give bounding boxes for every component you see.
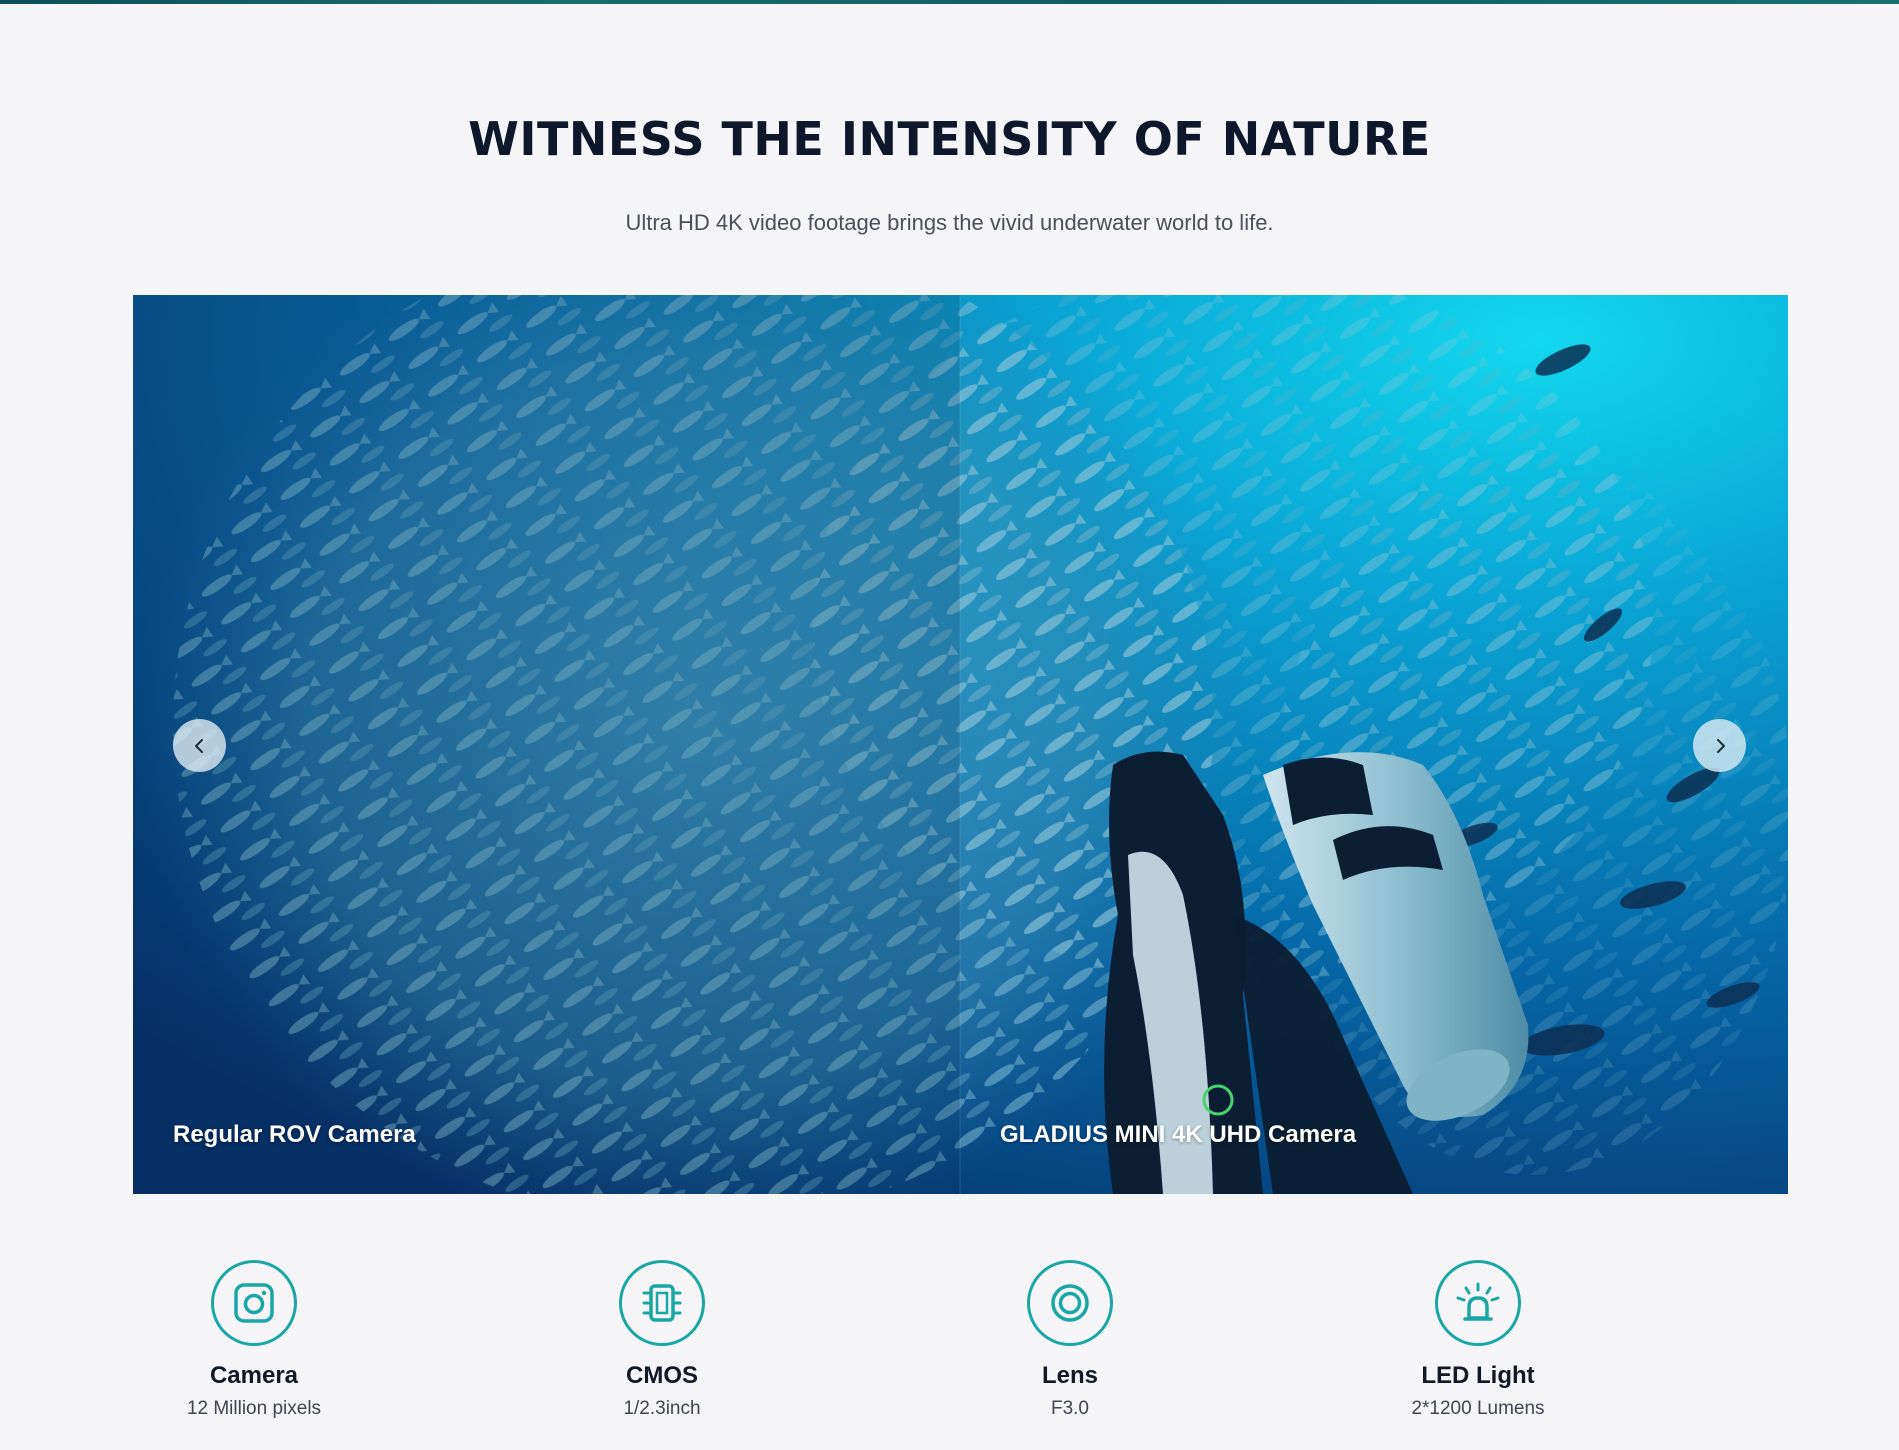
camera-icon [211,1260,297,1346]
chevron-left-icon [194,738,203,753]
chip-icon [619,1260,705,1346]
feature-cmos: CMOS 1/2.3inch [512,1260,812,1420]
feature-lens: Lens F3.0 [920,1260,1220,1420]
regular-camera-caption: Regular ROV Camera [173,1121,416,1148]
feature-camera: Camera 12 Million pixels [104,1260,404,1420]
feature-value: F3.0 [1050,1398,1090,1419]
feature-title: Lens [1041,1362,1098,1389]
feature-led-light: LED Light 2*1200 Lumens [1328,1260,1628,1420]
chevron-right-icon [1716,738,1725,753]
feature-specs-row: Camera 12 Million pixels CMOS 1/2.3inch … [0,1260,1899,1450]
feature-title: LED Light [1421,1362,1535,1389]
section-title: WITNESS THE INTENSITY OF NATURE [468,112,1431,166]
previous-slide-button[interactable] [173,719,226,772]
lens-icon [1027,1260,1113,1346]
top-hero-edge [0,0,1899,4]
camera-comparison-viewer[interactable]: Regular ROV Camera GLADIUS MINI 4K UHD C… [133,295,1788,1194]
4k-camera-caption: GLADIUS MINI 4K UHD Camera [1000,1121,1357,1148]
light-icon [1435,1260,1521,1346]
feature-value: 2*1200 Lumens [1411,1398,1545,1419]
section-subtitle: Ultra HD 4K video footage brings the viv… [625,210,1274,235]
feature-title: Camera [209,1362,299,1389]
next-slide-button[interactable] [1693,719,1746,772]
feature-value: 1/2.3inch [623,1398,701,1419]
comparison-divider[interactable] [959,295,961,1194]
feature-value: 12 Million pixels [186,1398,322,1419]
feature-title: CMOS [626,1362,698,1389]
